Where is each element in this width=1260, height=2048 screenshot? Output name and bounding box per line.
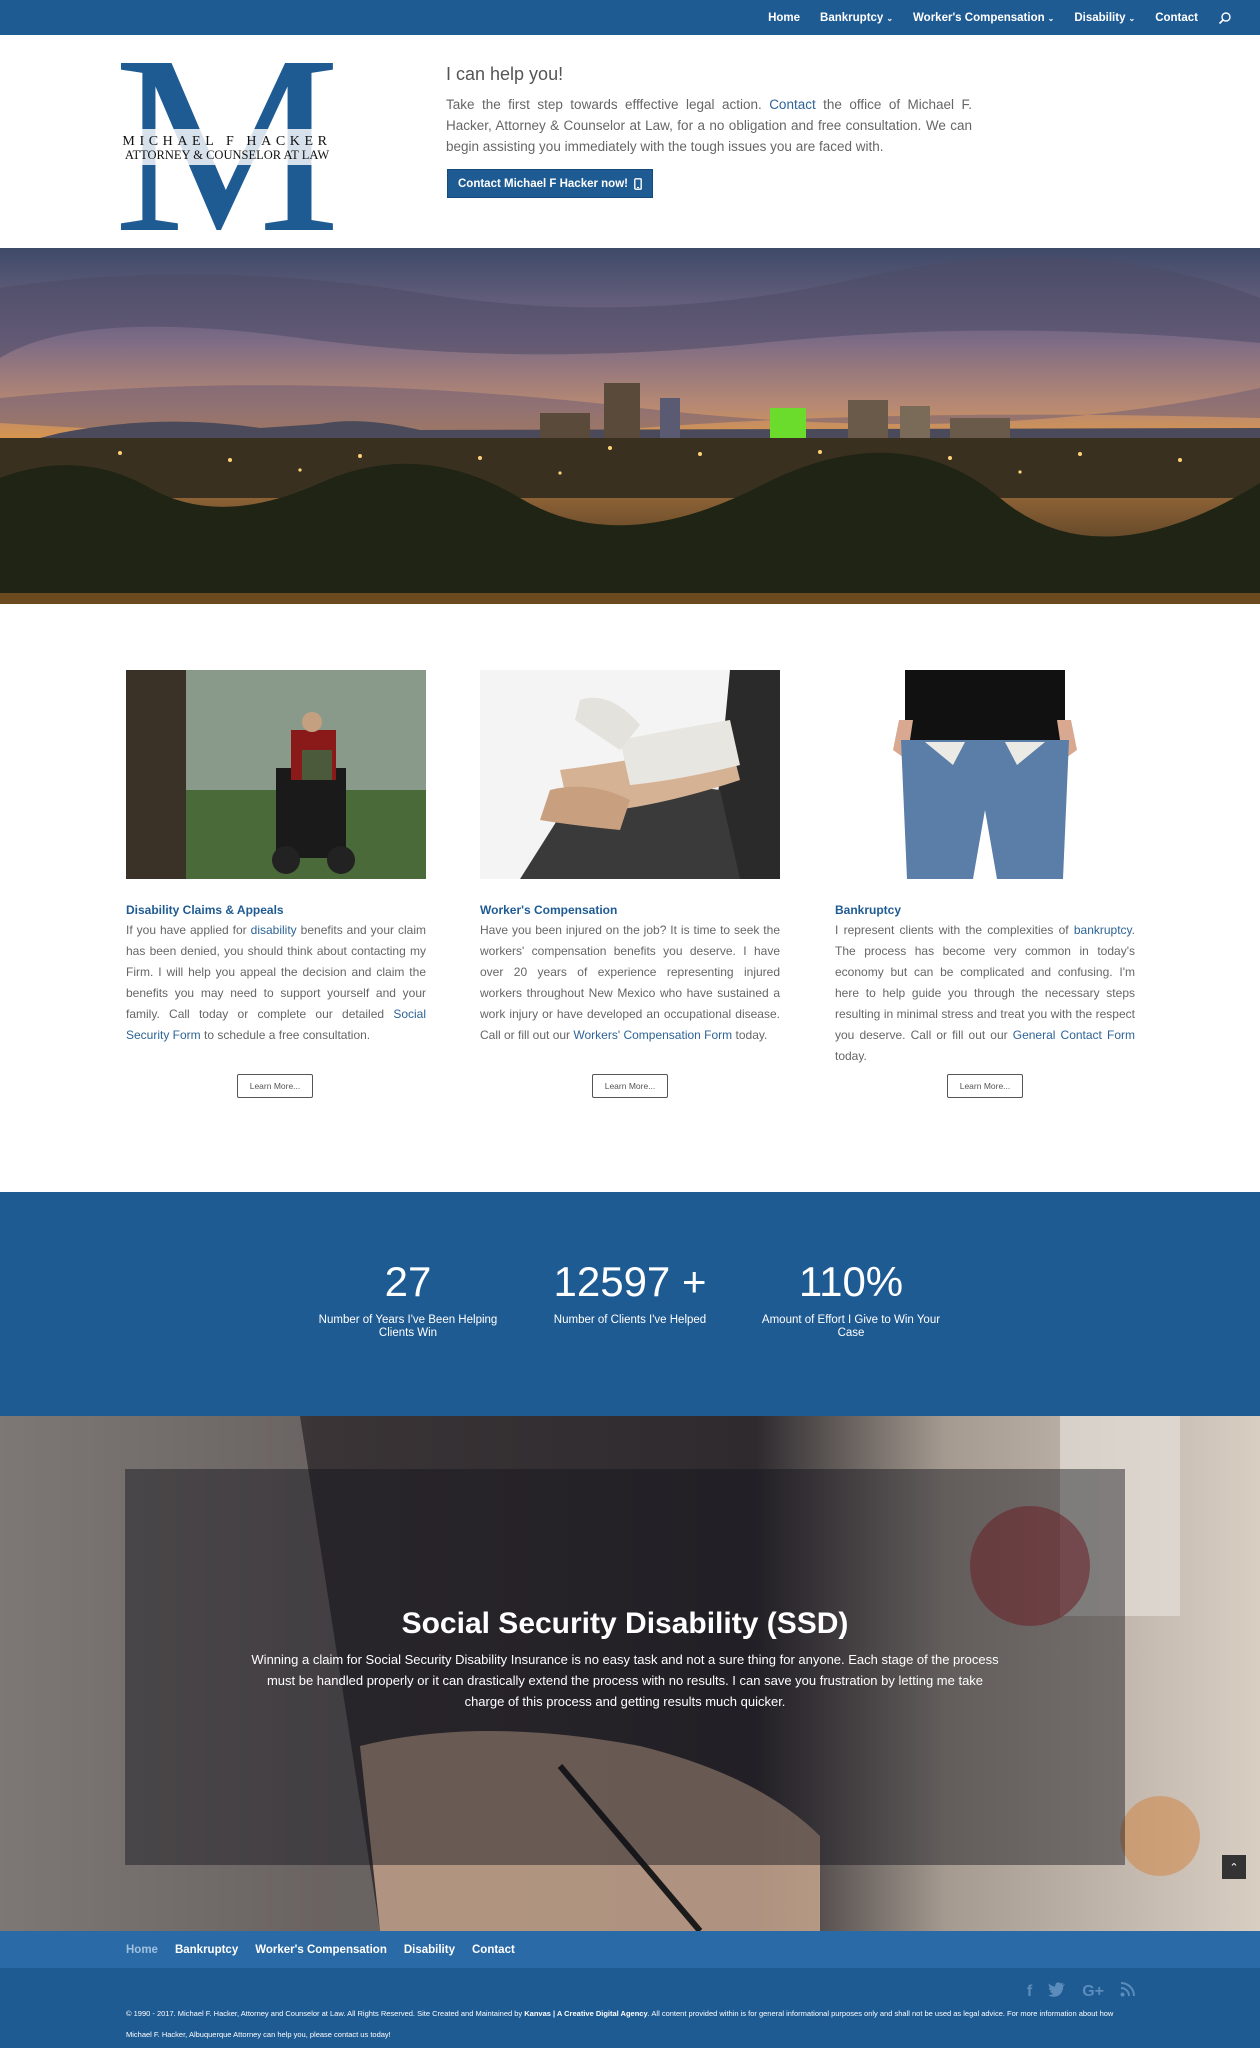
nav-item-label: Worker's Compensation	[913, 11, 1045, 24]
ssd-text: Winning a claim for Social Security Disa…	[251, 1652, 999, 1709]
service-text: I represent clients with the complexitie…	[835, 920, 1135, 1067]
nav-item-contact[interactable]: Contact	[1155, 12, 1198, 24]
text-part: I represent clients with the complexitie…	[835, 923, 1074, 937]
phone-icon	[634, 177, 642, 190]
back-to-top-button[interactable]: ⌃	[1222, 1855, 1246, 1879]
intro-text-part: Take the first step towards efffective l…	[446, 97, 770, 112]
logo-line-2: ATTORNEY & COUNSELOR AT LAW	[125, 148, 330, 162]
text-part: benefits and your claim has been denied,…	[126, 923, 427, 1021]
twitter-icon[interactable]	[1048, 1982, 1066, 2002]
footer-menu: Home Bankruptcy Worker's Compensation Di…	[126, 1931, 515, 1968]
contact-now-label: Contact Michael F Hacker now!	[458, 177, 628, 190]
stat-clients: 12597 + Number of Clients I've Helped	[540, 1258, 720, 1327]
rss-icon[interactable]	[1120, 1982, 1135, 2002]
intro-text: Take the first step towards efffective l…	[446, 94, 972, 157]
intro-block: I can help you! Take the first step towa…	[446, 64, 972, 157]
text-part: Have you been injured on the job? It is …	[480, 923, 780, 1042]
intro-heading: I can help you!	[446, 64, 564, 84]
general-contact-form-link[interactable]: General Contact Form	[1013, 1028, 1135, 1042]
footer-link-contact[interactable]: Contact	[472, 1944, 515, 1956]
stat-label: Amount of Effort I Give to Win Your Case	[761, 1314, 941, 1339]
nav-item-home[interactable]: Home	[768, 12, 800, 24]
hero-skyline-image	[0, 248, 1260, 604]
stat-effort: 110% Amount of Effort I Give to Win Your…	[761, 1258, 941, 1340]
chevron-down-icon: ⌄	[1128, 13, 1136, 23]
chevron-up-icon: ⌃	[1229, 1861, 1239, 1874]
agency-credit[interactable]: Kanvas | A Creative Digital Agency	[524, 2009, 647, 2018]
intro-contact-link[interactable]: Contact	[769, 97, 816, 112]
empty-pockets-photo	[835, 670, 1135, 879]
stat-years: 27 Number of Years I've Been Helping Cli…	[318, 1258, 498, 1340]
learn-more-button-workers-compensation[interactable]: Learn More...	[592, 1074, 668, 1098]
disability-link[interactable]: disability	[251, 923, 297, 937]
service-bankruptcy: Bankruptcy I represent clients with the …	[835, 670, 1135, 1067]
stats-band: 27 Number of Years I've Been Helping Cli…	[0, 1192, 1260, 1416]
stat-value: 12597 +	[553, 1258, 707, 1305]
stat-value: 110%	[798, 1258, 904, 1305]
text-part: If you have applied for	[126, 923, 251, 937]
service-title: Bankruptcy	[835, 903, 902, 917]
learn-more-button-disability[interactable]: Learn More...	[237, 1074, 313, 1098]
service-text: Have you been injured on the job? It is …	[480, 920, 780, 1046]
facebook-icon[interactable]: f	[1027, 1983, 1032, 2001]
wheelchair-photo	[126, 670, 426, 879]
footer-link-disability[interactable]: Disability	[404, 1944, 455, 1956]
ssd-section: Social Security Disability (SSD) Winning…	[0, 1416, 1260, 1931]
text-part: . The process has become very common in …	[835, 923, 1135, 1042]
copyright-text: © 1990 - 2017. Michael F. Hacker, Attorn…	[126, 2003, 1136, 2045]
contact-now-button[interactable]: Contact Michael F Hacker now!	[447, 169, 653, 198]
learn-more-label: Learn More...	[604, 1081, 656, 1091]
social-icons: f G+	[1027, 1982, 1135, 2002]
nav-item-label: Home	[768, 11, 801, 24]
text-part: today.	[835, 1049, 867, 1063]
nav-item-bankruptcy[interactable]: Bankruptcy ⌄	[820, 12, 893, 24]
text-part: to schedule a free consultation.	[200, 1028, 371, 1042]
chevron-down-icon: ⌄	[886, 13, 894, 23]
footer-nav: Home Bankruptcy Worker's Compensation Di…	[0, 1931, 1260, 1968]
logo-line-1: MICHAEL F HACKER	[122, 134, 331, 149]
service-disability: Disability Claims & Appeals If you have …	[126, 670, 426, 1046]
service-text: If you have applied for disability benef…	[126, 920, 426, 1046]
nav-item-workers-compensation[interactable]: Worker's Compensation ⌄	[913, 12, 1054, 24]
bankruptcy-link[interactable]: bankruptcy	[1074, 923, 1132, 937]
workers-compensation-form-link[interactable]: Workers' Compensation Form	[573, 1028, 732, 1042]
stat-label: Number of Clients I've Helped	[553, 1314, 707, 1326]
service-title: Disability Claims & Appeals	[126, 903, 284, 917]
learn-more-label: Learn More...	[959, 1081, 1011, 1091]
nav-item-disability[interactable]: Disability ⌄	[1074, 12, 1135, 24]
search-icon[interactable]	[1218, 11, 1232, 25]
ssd-title: Social Security Disability (SSD)	[401, 1607, 849, 1640]
top-nav-bar: Home Bankruptcy ⌄ Worker's Compensation ⌄ …	[0, 0, 1260, 35]
copyright-part: © 1990 - 2017. Michael F. Hacker, Attorn…	[126, 2009, 525, 2018]
chevron-down-icon: ⌄	[1047, 13, 1055, 23]
service-workers-compensation: Worker's Compensation Have you been inju…	[480, 670, 780, 1046]
nav-item-label: Disability	[1074, 11, 1126, 24]
stat-value: 27	[384, 1258, 432, 1305]
site-logo[interactable]: M MICHAEL F HACKER ATTORNEY & COUNSELOR …	[105, 4, 350, 286]
bandaged-arm-photo	[480, 670, 780, 879]
learn-more-label: Learn More...	[249, 1081, 301, 1091]
main-menu: Home Bankruptcy ⌄ Worker's Compensation ⌄ …	[768, 0, 1232, 35]
service-title: Worker's Compensation	[480, 903, 618, 917]
footer-link-bankruptcy[interactable]: Bankruptcy	[175, 1944, 238, 1956]
stat-label: Number of Years I've Been Helping Client…	[318, 1314, 498, 1339]
footer-bottom: f G+ © 1990 - 2017. Michael F. Hacker, A…	[0, 1968, 1260, 2048]
text-part: today.	[732, 1028, 768, 1042]
google-plus-icon[interactable]: G+	[1082, 1983, 1104, 2001]
nav-item-label: Contact	[1155, 11, 1198, 24]
footer-link-home[interactable]: Home	[126, 1944, 158, 1956]
footer-link-workers-compensation[interactable]: Worker's Compensation	[255, 1944, 387, 1956]
nav-item-label: Bankruptcy	[820, 11, 884, 24]
learn-more-button-bankruptcy[interactable]: Learn More...	[947, 1074, 1023, 1098]
